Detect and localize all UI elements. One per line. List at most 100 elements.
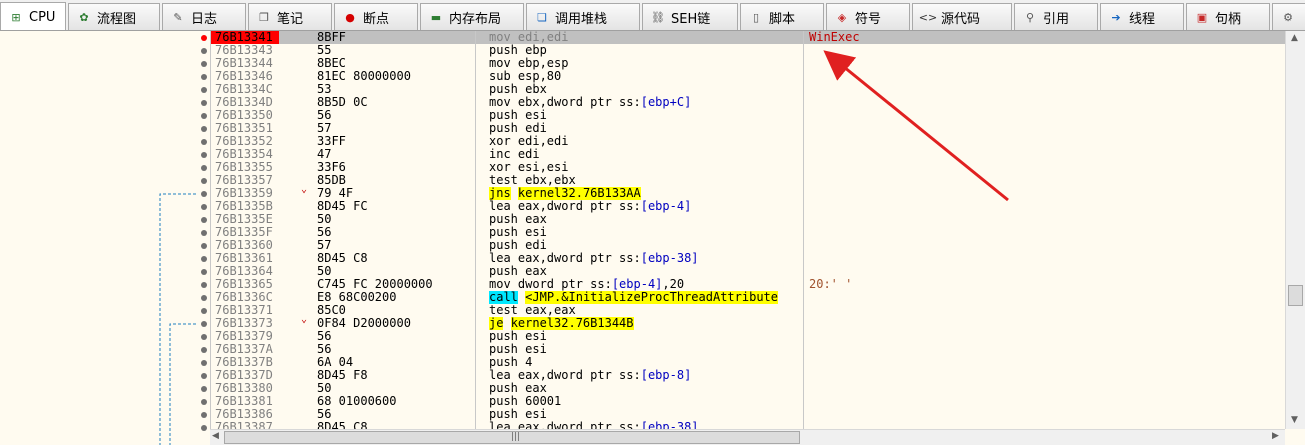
column-separator-bytes[interactable] [475,31,476,429]
disasm-row[interactable]: 76B1337A 56 push esi [211,343,1286,356]
tab-seh-chain[interactable]: ⛓ SEH链 [642,3,738,30]
instruction: je kernel32.76B1344B [489,317,803,330]
instruction: push eax [489,213,803,226]
breakpoint-slot-icon[interactable] [201,139,207,145]
jump-lines [159,193,196,445]
scroll-left-button[interactable]: ◀ [212,431,219,441]
tab-handles[interactable]: ▣ 句柄 [1186,3,1270,30]
breakpoint-slot-icon[interactable] [201,113,207,119]
disasm-row[interactable]: 76B13359 79 4F jns kernel32.76B133AA [211,187,1286,200]
breakpoint-slot-icon[interactable] [201,386,207,392]
tab-call-stack[interactable]: ❏ 调用堆栈 [526,3,640,30]
breakpoint-slot-icon[interactable] [201,230,207,236]
disasm-row[interactable]: 76B13351 57 push edi [211,122,1286,135]
instruction: xor edi,edi [489,135,803,148]
disasm-row[interactable]: 76B13341 8BFF mov edi,edi WinExec [211,31,1286,44]
disasm-row[interactable]: 76B1335F 56 push esi [211,226,1286,239]
breakpoint-slot-icon[interactable] [201,61,207,67]
tab-symbols[interactable]: ◈ 符号 [826,3,910,30]
disasm-row[interactable]: 76B13352 33FF xor edi,edi [211,135,1286,148]
breakpoint-slot-icon[interactable] [201,399,207,405]
breakpoint-slot-icon[interactable] [201,74,207,80]
disasm-row[interactable]: 76B1336C E8 68C00200 call <JMP.&Initialize… [211,291,1286,304]
horizontal-scroll-thumb[interactable]: ||| [224,431,800,444]
breakpoint-slot-icon[interactable] [201,87,207,93]
breakpoint-slot-icon[interactable] [201,204,207,210]
disasm-row[interactable]: 76B13346 81EC 80000000 sub esp,80 [211,70,1286,83]
disasm-row[interactable]: 76B13343 55 push ebp [211,44,1286,57]
horizontal-scrollbar[interactable]: ◀ ||| ▶ [210,429,1285,445]
scroll-right-button[interactable]: ▶ [1272,431,1279,441]
breakpoint-slot-icon[interactable] [201,334,207,340]
tab-notes[interactable]: ❐ 笔记 [248,3,332,30]
instruction: lea eax,dword ptr ss:[ebp-8] [489,369,803,382]
instruction-token: je [489,317,504,330]
tab-memory-map[interactable]: ▬ 内存布局 [420,3,524,30]
breakpoint-slot-icon[interactable] [201,191,207,197]
disasm-row[interactable]: 76B13357 85DB test ebx,ebx [211,174,1286,187]
breakpoint-slot-icon[interactable] [201,360,207,366]
disasm-row[interactable]: 76B13379 56 push esi [211,330,1286,343]
breakpoint-slot-icon[interactable] [201,425,207,431]
disasm-row[interactable]: 76B13350 56 push esi [211,109,1286,122]
breakpoint-slot-icon[interactable] [201,347,207,353]
breakpoint-slot-icon[interactable] [201,165,207,171]
disasm-row[interactable]: 76B13360 57 push edi [211,239,1286,252]
breakpoint-slot-icon[interactable] [201,178,207,184]
breakpoint-slot-icon[interactable] [201,152,207,158]
disassembly-pane[interactable]: 76B13341 8BFF mov edi,edi WinExec 76B13343 55… [210,31,1286,429]
tab-threads[interactable]: ➔ 线程 [1100,3,1184,30]
breakpoint-slot-icon[interactable] [201,282,207,288]
disasm-row[interactable]: 76B1335B 8D45 FC lea eax,dword ptr ss:[ebp… [211,200,1286,213]
breakpoint-slot-icon[interactable] [201,321,207,327]
breakpoint-slot-icon[interactable] [201,269,207,275]
scroll-up-button[interactable]: ▲ [1291,33,1298,43]
disasm-row[interactable]: 76B13387 8D45 C8 lea eax,dword ptr ss:[ebp… [211,421,1286,430]
disasm-row[interactable]: 76B13354 47 inc edi [211,148,1286,161]
memory-map-icon: ▬ [430,10,442,24]
breakpoint-slot-icon[interactable] [201,217,207,223]
breakpoint-slot-icon[interactable] [201,256,207,262]
disasm-row[interactable]: 76B13361 8D45 C8 lea eax,dword ptr ss:[ebp… [211,252,1286,265]
breakpoint-slot-icon[interactable] [201,243,207,249]
instruction: push esi [489,408,803,421]
seh-chain-icon: ⛓ [651,10,665,24]
call-stack-icon: ❏ [537,10,547,24]
breakpoint-slot-icon[interactable] [201,126,207,132]
instruction: push esi [489,343,803,356]
disasm-row[interactable]: 76B13386 56 push esi [211,408,1286,421]
tab-log[interactable]: ✎ 日志 [162,3,246,30]
instruction: push esi [489,330,803,343]
tab-overflow[interactable]: ⚙ [1272,3,1305,30]
instruction-token: lea eax,dword ptr ss: [489,421,641,429]
tab-references[interactable]: ⚲ 引用 [1014,3,1098,30]
breakpoint-slot-icon[interactable] [201,100,207,106]
tab-label: CPU [29,9,56,25]
disasm-row[interactable]: 76B13373 0F84 D2000000 je kernel32.76B1344… [211,317,1286,330]
disasm-row[interactable]: 76B1334D 8B5D 0C mov ebx,dword ptr ss:[ebp… [211,96,1286,109]
tab-source-code[interactable]: <> 源代码 [912,3,1012,30]
breakpoint-icon[interactable] [201,35,207,41]
disasm-row[interactable]: 76B13355 33F6 xor esi,esi [211,161,1286,174]
scroll-down-button[interactable]: ▼ [1291,415,1298,425]
tab-cpu[interactable]: ⊞ CPU [0,2,66,30]
breakpoint-slot-icon[interactable] [201,373,207,379]
disasm-row[interactable]: 76B1335E 50 push eax [211,213,1286,226]
tab-script[interactable]: ▯ 脚本 [740,3,824,30]
breakpoint-slot-icon[interactable] [201,48,207,54]
tab-flowchart[interactable]: ✿ 流程图 [68,3,160,30]
breakpoint-slot-icon[interactable] [201,308,207,314]
breakpoint-slot-icon[interactable] [201,412,207,418]
disasm-row[interactable]: 76B1337D 8D45 F8 lea eax,dword ptr ss:[ebp… [211,369,1286,382]
tab-breakpoint[interactable]: ● 断点 [334,3,418,30]
column-separator-comments[interactable] [803,31,804,429]
breakpoint-slot-icon[interactable] [201,295,207,301]
vertical-scroll-thumb[interactable] [1288,285,1303,306]
tab-label: 脚本 [769,11,796,27]
disasm-row[interactable]: 76B1337B 6A 04 push 4 [211,356,1286,369]
disasm-row[interactable]: 76B1334C 53 push ebx [211,83,1286,96]
jump-arrow-icon: ⌄ [301,184,308,195]
vertical-scrollbar[interactable]: ▲ ▼ [1285,31,1305,429]
disasm-row[interactable]: 76B13381 68 01000600 push 60001 [211,395,1286,408]
instruction-token: push esi [489,109,547,122]
